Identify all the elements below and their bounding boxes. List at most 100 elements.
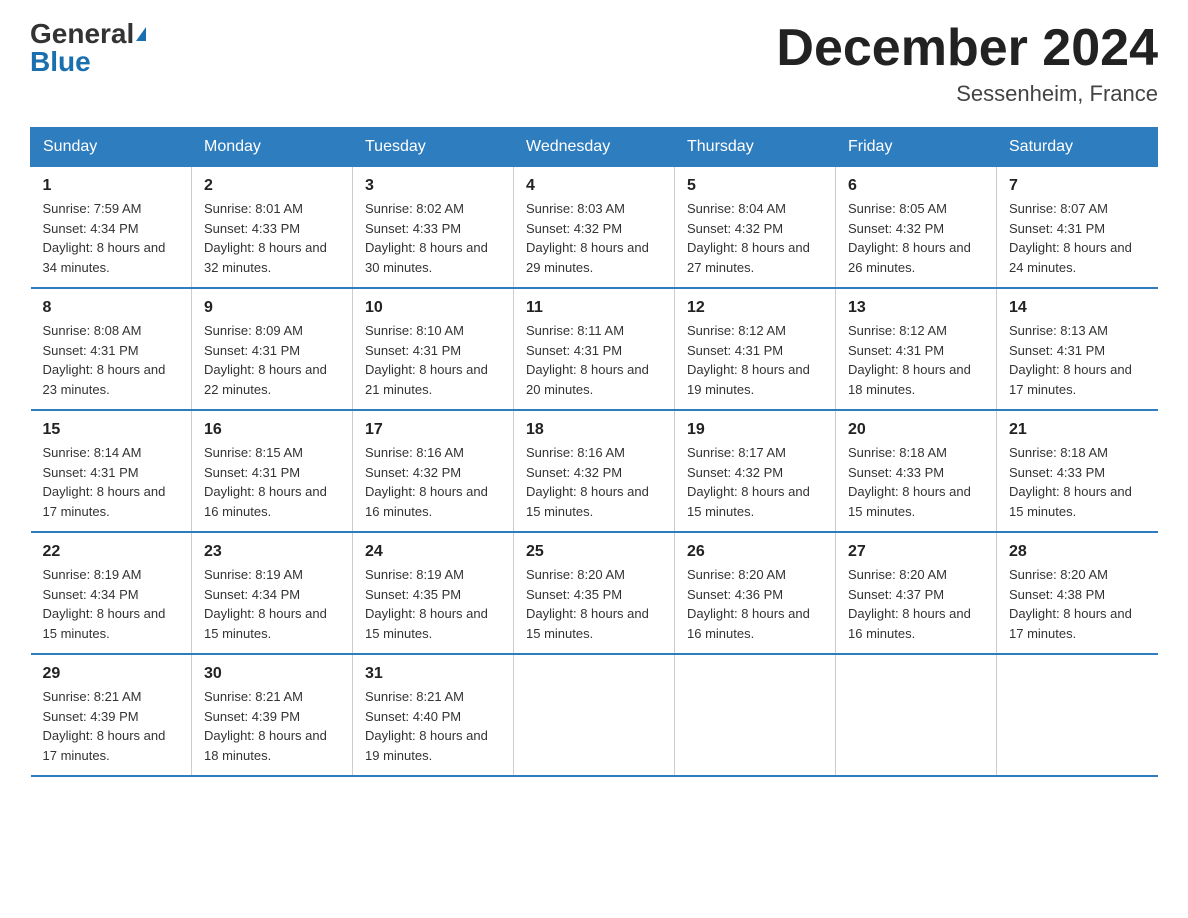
day-cell: 30 Sunrise: 8:21 AMSunset: 4:39 PMDayligh… (192, 654, 353, 776)
day-info: Sunrise: 8:18 AMSunset: 4:33 PMDaylight:… (848, 443, 984, 521)
day-number: 9 (204, 299, 340, 317)
day-cell (836, 654, 997, 776)
day-cell: 29 Sunrise: 8:21 AMSunset: 4:39 PMDayligh… (31, 654, 192, 776)
day-number: 14 (1009, 299, 1146, 317)
day-number: 22 (43, 543, 180, 561)
day-cell: 10 Sunrise: 8:10 AMSunset: 4:31 PMDayligh… (353, 288, 514, 410)
day-cell: 4 Sunrise: 8:03 AMSunset: 4:32 PMDaylight… (514, 167, 675, 289)
day-number: 28 (1009, 543, 1146, 561)
header-thursday: Thursday (675, 128, 836, 167)
day-cell: 16 Sunrise: 8:15 AMSunset: 4:31 PMDayligh… (192, 410, 353, 532)
day-info: Sunrise: 8:01 AMSunset: 4:33 PMDaylight:… (204, 199, 340, 277)
day-number: 17 (365, 421, 501, 439)
day-info: Sunrise: 8:09 AMSunset: 4:31 PMDaylight:… (204, 321, 340, 399)
header-sunday: Sunday (31, 128, 192, 167)
day-info: Sunrise: 8:17 AMSunset: 4:32 PMDaylight:… (687, 443, 823, 521)
day-cell: 22 Sunrise: 8:19 AMSunset: 4:34 PMDayligh… (31, 532, 192, 654)
day-cell: 6 Sunrise: 8:05 AMSunset: 4:32 PMDaylight… (836, 167, 997, 289)
day-info: Sunrise: 8:03 AMSunset: 4:32 PMDaylight:… (526, 199, 662, 277)
day-cell: 31Sunrise: 8:21 AMSunset: 4:40 PMDayligh… (353, 654, 514, 776)
day-info: Sunrise: 8:12 AMSunset: 4:31 PMDaylight:… (687, 321, 823, 399)
day-info: Sunrise: 8:14 AMSunset: 4:31 PMDaylight:… (43, 443, 180, 521)
day-number: 15 (43, 421, 180, 439)
week-row-2: 8 Sunrise: 8:08 AMSunset: 4:31 PMDaylight… (31, 288, 1158, 410)
day-cell: 5 Sunrise: 8:04 AMSunset: 4:32 PMDaylight… (675, 167, 836, 289)
day-number: 27 (848, 543, 984, 561)
day-cell: 23 Sunrise: 8:19 AMSunset: 4:34 PMDayligh… (192, 532, 353, 654)
week-row-1: 1 Sunrise: 7:59 AMSunset: 4:34 PMDaylight… (31, 167, 1158, 289)
day-number: 13 (848, 299, 984, 317)
day-cell: 8 Sunrise: 8:08 AMSunset: 4:31 PMDaylight… (31, 288, 192, 410)
day-info: Sunrise: 8:20 AMSunset: 4:37 PMDaylight:… (848, 565, 984, 643)
day-info: Sunrise: 8:21 AMSunset: 4:39 PMDaylight:… (204, 687, 340, 765)
day-cell: 20 Sunrise: 8:18 AMSunset: 4:33 PMDayligh… (836, 410, 997, 532)
day-info: Sunrise: 7:59 AMSunset: 4:34 PMDaylight:… (43, 199, 180, 277)
day-info: Sunrise: 8:15 AMSunset: 4:31 PMDaylight:… (204, 443, 340, 521)
day-cell: 19Sunrise: 8:17 AMSunset: 4:32 PMDayligh… (675, 410, 836, 532)
day-cell: 2 Sunrise: 8:01 AMSunset: 4:33 PMDaylight… (192, 167, 353, 289)
day-info: Sunrise: 8:20 AMSunset: 4:36 PMDaylight:… (687, 565, 823, 643)
logo-blue-text: Blue (30, 48, 91, 76)
day-info: Sunrise: 8:02 AMSunset: 4:33 PMDaylight:… (365, 199, 501, 277)
day-info: Sunrise: 8:05 AMSunset: 4:32 PMDaylight:… (848, 199, 984, 277)
week-row-3: 15 Sunrise: 8:14 AMSunset: 4:31 PMDayligh… (31, 410, 1158, 532)
day-cell: 12 Sunrise: 8:12 AMSunset: 4:31 PMDayligh… (675, 288, 836, 410)
day-cell: 13Sunrise: 8:12 AMSunset: 4:31 PMDayligh… (836, 288, 997, 410)
day-cell: 25Sunrise: 8:20 AMSunset: 4:35 PMDayligh… (514, 532, 675, 654)
title-section: December 2024 Sessenheim, France (776, 20, 1158, 107)
day-number: 8 (43, 299, 180, 317)
header-monday: Monday (192, 128, 353, 167)
day-info: Sunrise: 8:21 AMSunset: 4:39 PMDaylight:… (43, 687, 180, 765)
day-cell (997, 654, 1158, 776)
day-number: 23 (204, 543, 340, 561)
calendar-header-row: SundayMondayTuesdayWednesdayThursdayFrid… (31, 128, 1158, 167)
day-cell: 17 Sunrise: 8:16 AMSunset: 4:32 PMDayligh… (353, 410, 514, 532)
day-cell: 14Sunrise: 8:13 AMSunset: 4:31 PMDayligh… (997, 288, 1158, 410)
day-info: Sunrise: 8:20 AMSunset: 4:35 PMDaylight:… (526, 565, 662, 643)
day-cell: 24 Sunrise: 8:19 AMSunset: 4:35 PMDayligh… (353, 532, 514, 654)
day-cell: 7Sunrise: 8:07 AMSunset: 4:31 PMDaylight… (997, 167, 1158, 289)
day-info: Sunrise: 8:19 AMSunset: 4:34 PMDaylight:… (204, 565, 340, 643)
day-number: 2 (204, 177, 340, 195)
day-info: Sunrise: 8:21 AMSunset: 4:40 PMDaylight:… (365, 687, 501, 765)
day-number: 1 (43, 177, 180, 195)
day-number: 24 (365, 543, 501, 561)
day-number: 12 (687, 299, 823, 317)
day-info: Sunrise: 8:11 AMSunset: 4:31 PMDaylight:… (526, 321, 662, 399)
day-number: 16 (204, 421, 340, 439)
day-number: 4 (526, 177, 662, 195)
day-number: 21 (1009, 421, 1146, 439)
day-number: 5 (687, 177, 823, 195)
header-tuesday: Tuesday (353, 128, 514, 167)
day-info: Sunrise: 8:18 AMSunset: 4:33 PMDaylight:… (1009, 443, 1146, 521)
day-cell: 28 Sunrise: 8:20 AMSunset: 4:38 PMDayligh… (997, 532, 1158, 654)
day-number: 26 (687, 543, 823, 561)
day-info: Sunrise: 8:19 AMSunset: 4:34 PMDaylight:… (43, 565, 180, 643)
day-number: 30 (204, 665, 340, 683)
day-cell: 1 Sunrise: 7:59 AMSunset: 4:34 PMDaylight… (31, 167, 192, 289)
day-number: 20 (848, 421, 984, 439)
day-number: 29 (43, 665, 180, 683)
logo-general-text: General (30, 20, 134, 48)
header-saturday: Saturday (997, 128, 1158, 167)
day-info: Sunrise: 8:16 AMSunset: 4:32 PMDaylight:… (526, 443, 662, 521)
day-cell: 9 Sunrise: 8:09 AMSunset: 4:31 PMDaylight… (192, 288, 353, 410)
day-info: Sunrise: 8:16 AMSunset: 4:32 PMDaylight:… (365, 443, 501, 521)
week-row-5: 29 Sunrise: 8:21 AMSunset: 4:39 PMDayligh… (31, 654, 1158, 776)
day-cell (514, 654, 675, 776)
header-friday: Friday (836, 128, 997, 167)
day-info: Sunrise: 8:20 AMSunset: 4:38 PMDaylight:… (1009, 565, 1146, 643)
day-cell: 11Sunrise: 8:11 AMSunset: 4:31 PMDayligh… (514, 288, 675, 410)
day-info: Sunrise: 8:04 AMSunset: 4:32 PMDaylight:… (687, 199, 823, 277)
day-number: 10 (365, 299, 501, 317)
day-info: Sunrise: 8:08 AMSunset: 4:31 PMDaylight:… (43, 321, 180, 399)
day-number: 18 (526, 421, 662, 439)
month-title: December 2024 (776, 20, 1158, 77)
day-number: 6 (848, 177, 984, 195)
day-number: 7 (1009, 177, 1146, 195)
day-cell: 3Sunrise: 8:02 AMSunset: 4:33 PMDaylight… (353, 167, 514, 289)
day-cell: 26 Sunrise: 8:20 AMSunset: 4:36 PMDayligh… (675, 532, 836, 654)
day-cell (675, 654, 836, 776)
day-info: Sunrise: 8:10 AMSunset: 4:31 PMDaylight:… (365, 321, 501, 399)
day-info: Sunrise: 8:19 AMSunset: 4:35 PMDaylight:… (365, 565, 501, 643)
